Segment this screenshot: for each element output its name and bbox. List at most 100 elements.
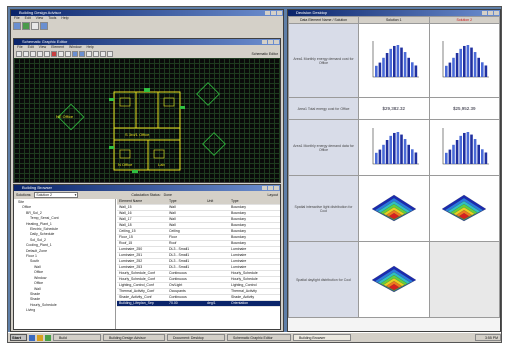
comparison-cell[interactable]	[358, 119, 430, 176]
menu-edit[interactable]: Edit	[25, 16, 31, 21]
chart-bar	[389, 48, 392, 77]
column-header[interactable]: Element Name	[117, 199, 169, 204]
close-icon[interactable]	[274, 186, 279, 190]
menu-help[interactable]: Help	[61, 16, 68, 21]
table-row[interactable]: Building_Lifeplan_Sep 70.00 deg/1 Orientati…	[117, 301, 280, 307]
menu-window[interactable]: Window	[69, 45, 81, 50]
shade-tool-icon[interactable]	[51, 51, 57, 57]
minimize-icon[interactable]	[262, 186, 267, 190]
comparison-cell[interactable]	[428, 23, 500, 98]
zoom-in-icon[interactable]	[72, 51, 78, 57]
comparison-cell[interactable]: $29,382.32	[358, 97, 430, 120]
grid-icon[interactable]	[100, 51, 106, 57]
comparison-title: Decision Desktop	[296, 10, 328, 15]
comparison-cell[interactable]	[428, 241, 500, 318]
comparison-cell[interactable]	[428, 119, 500, 176]
schematic-canvas[interactable]: NE Office S 3rd/1 Office N Office Lab	[14, 58, 280, 182]
browser-controls: Solutions: Solution 2 ▾ Calculation Stat…	[14, 191, 280, 199]
close-icon[interactable]	[274, 40, 279, 44]
task-button[interactable]: Build	[53, 334, 101, 341]
table-cell: On/Light	[169, 283, 183, 287]
table-cell: Continuous	[169, 271, 187, 275]
minimize-icon[interactable]	[265, 11, 270, 15]
light-tool-icon[interactable]	[58, 51, 64, 57]
furniture-tool-icon[interactable]	[65, 51, 71, 57]
menu-help[interactable]: Help	[87, 45, 94, 50]
table-cell: Floor_15	[119, 235, 133, 239]
task-button[interactable]: Schematic Graphic Editor	[227, 334, 291, 341]
maximize-icon[interactable]	[268, 186, 273, 190]
minimize-icon[interactable]	[262, 40, 267, 44]
task-button[interactable]: Document: Desktop	[167, 334, 225, 341]
schematic-titlebar[interactable]: Schematic Graphic Editor	[14, 39, 280, 45]
column-header[interactable]: Type	[169, 199, 207, 204]
new-icon[interactable]	[13, 22, 21, 30]
comparison-row: Spatial interactive light distribution f…	[288, 175, 500, 242]
solution-header[interactable]: Solution 2	[428, 16, 500, 24]
table-cell: DL3 - Small1	[169, 253, 190, 257]
menu-file[interactable]: File	[14, 16, 20, 21]
select-tool-icon[interactable]	[16, 51, 22, 57]
menu-edit[interactable]: Edit	[28, 45, 34, 50]
comparison-row: Area1 Monthly energy demand cost for Off…	[288, 23, 500, 98]
row-label: Area1 Monthly energy demand data for Off…	[288, 119, 359, 176]
tree-item[interactable]: Living	[16, 308, 113, 313]
light-distribution-plot	[442, 194, 487, 222]
minimize-icon[interactable]	[482, 11, 487, 15]
task-button[interactable]: Building Design Advisor	[103, 334, 165, 341]
maximize-icon[interactable]	[271, 11, 276, 15]
quicklaunch-icon[interactable]	[45, 334, 51, 341]
menu-file[interactable]: File	[17, 45, 23, 50]
chart-bar	[392, 45, 396, 77]
column-header[interactable]: Unit	[207, 199, 231, 204]
menu-view[interactable]: View	[39, 45, 47, 50]
comparison-cell[interactable]	[358, 241, 430, 318]
desk	[119, 97, 131, 107]
menu-element[interactable]: Element	[51, 45, 64, 50]
close-icon[interactable]	[494, 11, 499, 15]
solutions-select[interactable]: Solution 2 ▾	[34, 192, 79, 198]
comparison-cell[interactable]	[428, 175, 500, 242]
rotate-icon[interactable]	[93, 51, 99, 57]
chart-bar	[484, 152, 488, 164]
pan-icon[interactable]	[86, 51, 92, 57]
calc-status-label: Calculation Status:	[131, 193, 161, 197]
comparison-cell[interactable]	[358, 175, 430, 242]
quicklaunch-icon[interactable]	[29, 334, 35, 341]
tab-layout[interactable]: Layout	[267, 193, 278, 197]
rotated-space-right	[196, 82, 220, 106]
browser-icon[interactable]	[40, 22, 48, 30]
rotated-views	[57, 82, 226, 156]
zoom-out-icon[interactable]	[79, 51, 85, 57]
column-header[interactable]: Type	[231, 199, 277, 204]
table-cell: Lighting_Control	[231, 283, 257, 287]
start-button[interactable]: Start	[10, 334, 27, 341]
solution-header[interactable]: Solution 1	[358, 16, 430, 24]
designer-titlebar[interactable]: Building Design Advisor	[11, 10, 283, 16]
save-icon[interactable]	[31, 22, 39, 30]
table-cell: Continuous	[169, 295, 187, 299]
table-cell	[207, 259, 231, 264]
space-tool-icon[interactable]	[44, 51, 50, 57]
comparison-cell[interactable]: $25,952.39	[428, 97, 500, 120]
menu-view[interactable]: View	[36, 16, 44, 21]
table-cell: Boundary	[231, 205, 246, 209]
table-cell: Luminaire	[231, 247, 247, 251]
quicklaunch-icon[interactable]	[37, 334, 43, 341]
door-tool-icon[interactable]	[37, 51, 43, 57]
layers-icon[interactable]	[107, 51, 113, 57]
window-tool-icon[interactable]	[30, 51, 36, 57]
table-cell	[207, 217, 231, 222]
designer-toolbar	[11, 21, 283, 31]
chart-bar	[396, 45, 399, 77]
comparison-cell[interactable]	[358, 23, 430, 98]
task-button[interactable]: Building Browser	[293, 334, 351, 341]
open-icon[interactable]	[22, 22, 30, 30]
maximize-icon[interactable]	[488, 11, 493, 15]
table-cell: Wall_15	[119, 205, 132, 209]
wall-tool-icon[interactable]	[23, 51, 29, 57]
browser-titlebar[interactable]: Building Browser	[14, 185, 280, 191]
maximize-icon[interactable]	[268, 40, 273, 44]
close-icon[interactable]	[277, 11, 282, 15]
menu-tools[interactable]: Tools	[48, 16, 56, 21]
